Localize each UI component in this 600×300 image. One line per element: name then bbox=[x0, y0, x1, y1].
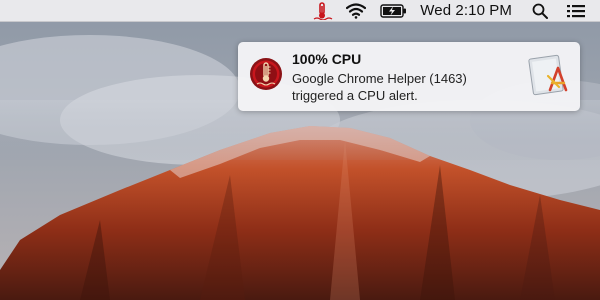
menubar-clock[interactable]: Wed 2:10 PM bbox=[420, 0, 512, 22]
menu-bar: Wed 2:10 PM bbox=[0, 0, 600, 22]
notification-body-line1: Google Chrome Helper (1463) bbox=[292, 71, 467, 86]
search-icon[interactable] bbox=[530, 0, 550, 22]
list-icon[interactable] bbox=[566, 0, 586, 22]
wifi-icon[interactable] bbox=[344, 0, 368, 22]
notification-banner[interactable]: 100% CPU Google Chrome Helper (1463) tri… bbox=[238, 42, 580, 111]
thermometer-icon[interactable] bbox=[308, 0, 336, 22]
battery-icon[interactable] bbox=[378, 0, 408, 22]
notification-title: 100% CPU bbox=[292, 51, 362, 67]
activity-monitor-icon bbox=[528, 54, 568, 98]
notification-body-line2: triggered a CPU alert. bbox=[292, 88, 418, 103]
thermometer-app-icon bbox=[249, 57, 283, 91]
